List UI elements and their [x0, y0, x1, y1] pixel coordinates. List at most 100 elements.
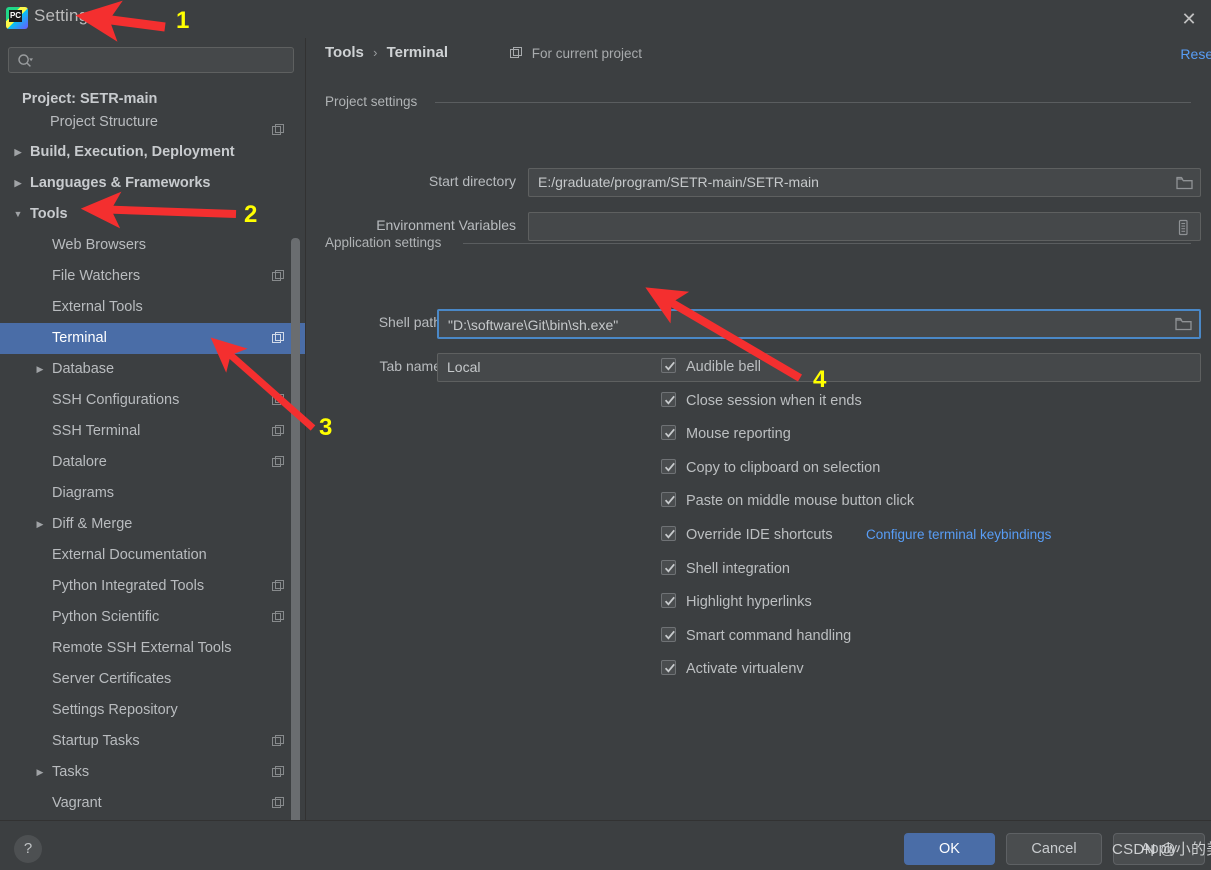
checkbox-label: Close session when it ends — [686, 386, 862, 416]
checkbox-close-session-when-it-ends[interactable] — [661, 392, 676, 407]
variables-icon[interactable] — [1176, 219, 1193, 234]
sidebar-item-settings-repository[interactable]: Settings Repository — [0, 695, 305, 726]
chevron-right-icon[interactable]: ▶ — [30, 354, 50, 385]
checkbox-shell-integration[interactable] — [661, 560, 676, 575]
configure-terminal-keybindings-link[interactable]: Configure terminal keybindings — [866, 520, 1051, 550]
project-scope-icon — [272, 456, 285, 469]
shell-path-label: Shell path — [331, 314, 441, 330]
sidebar-item-external-documentation[interactable]: External Documentation — [0, 540, 305, 571]
settings-tree[interactable]: Project: SETR-mainProject Structure▶Buil… — [0, 84, 305, 820]
sidebar-item-label: Languages & Frameworks — [30, 168, 211, 199]
for-current-project-label: For current project — [532, 46, 642, 61]
sidebar-item-database[interactable]: ▶Database — [0, 354, 305, 385]
checkbox-highlight-hyperlinks[interactable] — [661, 593, 676, 608]
help-button[interactable]: ? — [14, 835, 42, 863]
project-scope-icon — [272, 270, 285, 283]
pycharm-logo-icon: PC — [6, 7, 28, 29]
environment-variables-input[interactable] — [528, 212, 1201, 241]
settings-sidebar: Project: SETR-mainProject Structure▶Buil… — [0, 38, 305, 820]
annotation-number-1: 1 — [176, 7, 189, 35]
chevron-right-icon[interactable]: ▶ — [30, 757, 50, 788]
sidebar-item-ssh-configurations[interactable]: SSH Configurations — [0, 385, 305, 416]
sidebar-item-file-watchers[interactable]: File Watchers — [0, 261, 305, 292]
cancel-button[interactable]: Cancel — [1006, 833, 1102, 865]
project-scope-icon — [272, 580, 285, 593]
section-project-settings: Project settings — [325, 94, 1191, 109]
start-directory-value: E:/graduate/program/SETR-main/SETR-main — [538, 169, 1170, 196]
sidebar-item-languages-frameworks[interactable]: ▶Languages & Frameworks — [0, 168, 305, 199]
sidebar-item-vagrant[interactable]: Vagrant — [0, 788, 305, 819]
sidebar-item-label: Python Integrated Tools — [52, 571, 204, 602]
chevron-down-icon[interactable]: ▼ — [8, 199, 28, 230]
sidebar-item-external-tools[interactable]: External Tools — [0, 292, 305, 323]
tab-name-label: Tab name — [331, 358, 441, 374]
close-icon[interactable]: ✕ — [1175, 6, 1203, 32]
environment-variables-label: Environment Variables — [331, 217, 516, 233]
chevron-right-icon[interactable]: ▶ — [8, 168, 28, 199]
sidebar-item-label: Project: SETR-main — [22, 84, 157, 115]
sidebar-item-label: Diagrams — [52, 478, 114, 509]
start-directory-input[interactable]: E:/graduate/program/SETR-main/SETR-main — [528, 168, 1201, 197]
checkbox-paste-on-middle-mouse-button-click[interactable] — [661, 492, 676, 507]
sidebar-item-project-setr-main[interactable]: Project: SETR-main — [0, 84, 305, 115]
sidebar-item-project-structure[interactable]: Project Structure — [0, 115, 305, 137]
sidebar-item-tools[interactable]: ▼Tools — [0, 199, 305, 230]
chevron-right-icon[interactable]: ▶ — [8, 137, 28, 168]
search-icon — [17, 53, 33, 69]
search-input[interactable] — [39, 48, 289, 72]
sidebar-item-web-browsers[interactable]: Web Browsers — [0, 230, 305, 261]
chevron-right-icon[interactable]: ▶ — [30, 509, 50, 540]
checkbox-override-ide-shortcuts[interactable] — [661, 526, 676, 541]
sidebar-item-build-execution-deployment[interactable]: ▶Build, Execution, Deployment — [0, 137, 305, 168]
sidebar-item-label: File Watchers — [52, 261, 140, 292]
checkbox-audible-bell[interactable] — [661, 358, 676, 373]
project-scope-icon — [510, 47, 523, 60]
sidebar-item-label: Web Browsers — [52, 230, 146, 261]
window-title: Settings — [34, 6, 97, 26]
settings-main-panel: Tools › Terminal For current project Res… — [306, 38, 1211, 820]
checkbox-smart-command-handling[interactable] — [661, 627, 676, 642]
project-scope-icon — [272, 425, 285, 438]
sidebar-item-diagrams[interactable]: Diagrams — [0, 478, 305, 509]
section-application-settings-label: Application settings — [325, 235, 441, 250]
checkbox-copy-to-clipboard-on-selection[interactable] — [661, 459, 676, 474]
checkbox-mouse-reporting[interactable] — [661, 425, 676, 440]
tab-name-value: Local — [447, 354, 1170, 381]
environment-variables-value — [538, 213, 1170, 240]
shell-path-value: "D:\software\Git\bin\sh.exe" — [448, 311, 1169, 337]
project-scope-icon — [272, 735, 285, 748]
for-current-project-indicator: For current project — [510, 46, 642, 61]
checkbox-label: Mouse reporting — [686, 419, 791, 449]
sidebar-item-label: External Documentation — [52, 540, 207, 571]
folder-icon[interactable] — [1176, 175, 1193, 190]
apply-button[interactable]: Apply — [1113, 833, 1205, 865]
shell-path-input[interactable]: "D:\software\Git\bin\sh.exe" — [437, 309, 1201, 339]
project-scope-icon — [272, 394, 285, 407]
sidebar-item-label: Settings Repository — [52, 695, 178, 726]
sidebar-item-tasks[interactable]: ▶Tasks — [0, 757, 305, 788]
sidebar-scrollbar-thumb[interactable] — [291, 238, 300, 850]
project-scope-icon — [272, 766, 285, 779]
checkbox-label: Override IDE shortcuts — [686, 520, 833, 550]
checkbox-activate-virtualenv[interactable] — [661, 660, 676, 675]
sidebar-item-label: Tasks — [52, 757, 89, 788]
sidebar-item-python-integrated-tools[interactable]: Python Integrated Tools — [0, 571, 305, 602]
sidebar-item-server-certificates[interactable]: Server Certificates — [0, 664, 305, 695]
ok-button[interactable]: OK — [904, 833, 995, 865]
reset-link[interactable]: Reset — [1180, 46, 1211, 62]
breadcrumb-current: Terminal — [387, 44, 448, 61]
sidebar-item-ssh-terminal[interactable]: SSH Terminal — [0, 416, 305, 447]
sidebar-item-python-scientific[interactable]: Python Scientific — [0, 602, 305, 633]
sidebar-item-startup-tasks[interactable]: Startup Tasks — [0, 726, 305, 757]
breadcrumb-parent[interactable]: Tools — [325, 44, 364, 61]
sidebar-item-label: Database — [52, 354, 114, 385]
sidebar-item-datalore[interactable]: Datalore — [0, 447, 305, 478]
sidebar-item-label: Vagrant — [52, 788, 102, 819]
sidebar-item-terminal[interactable]: Terminal — [0, 323, 305, 354]
sidebar-item-diff-merge[interactable]: ▶Diff & Merge — [0, 509, 305, 540]
sidebar-item-remote-ssh-external-tools[interactable]: Remote SSH External Tools — [0, 633, 305, 664]
sidebar-item-label: Server Certificates — [52, 664, 171, 695]
search-box[interactable] — [8, 47, 294, 73]
folder-icon[interactable] — [1175, 317, 1192, 332]
project-scope-icon — [272, 611, 285, 624]
